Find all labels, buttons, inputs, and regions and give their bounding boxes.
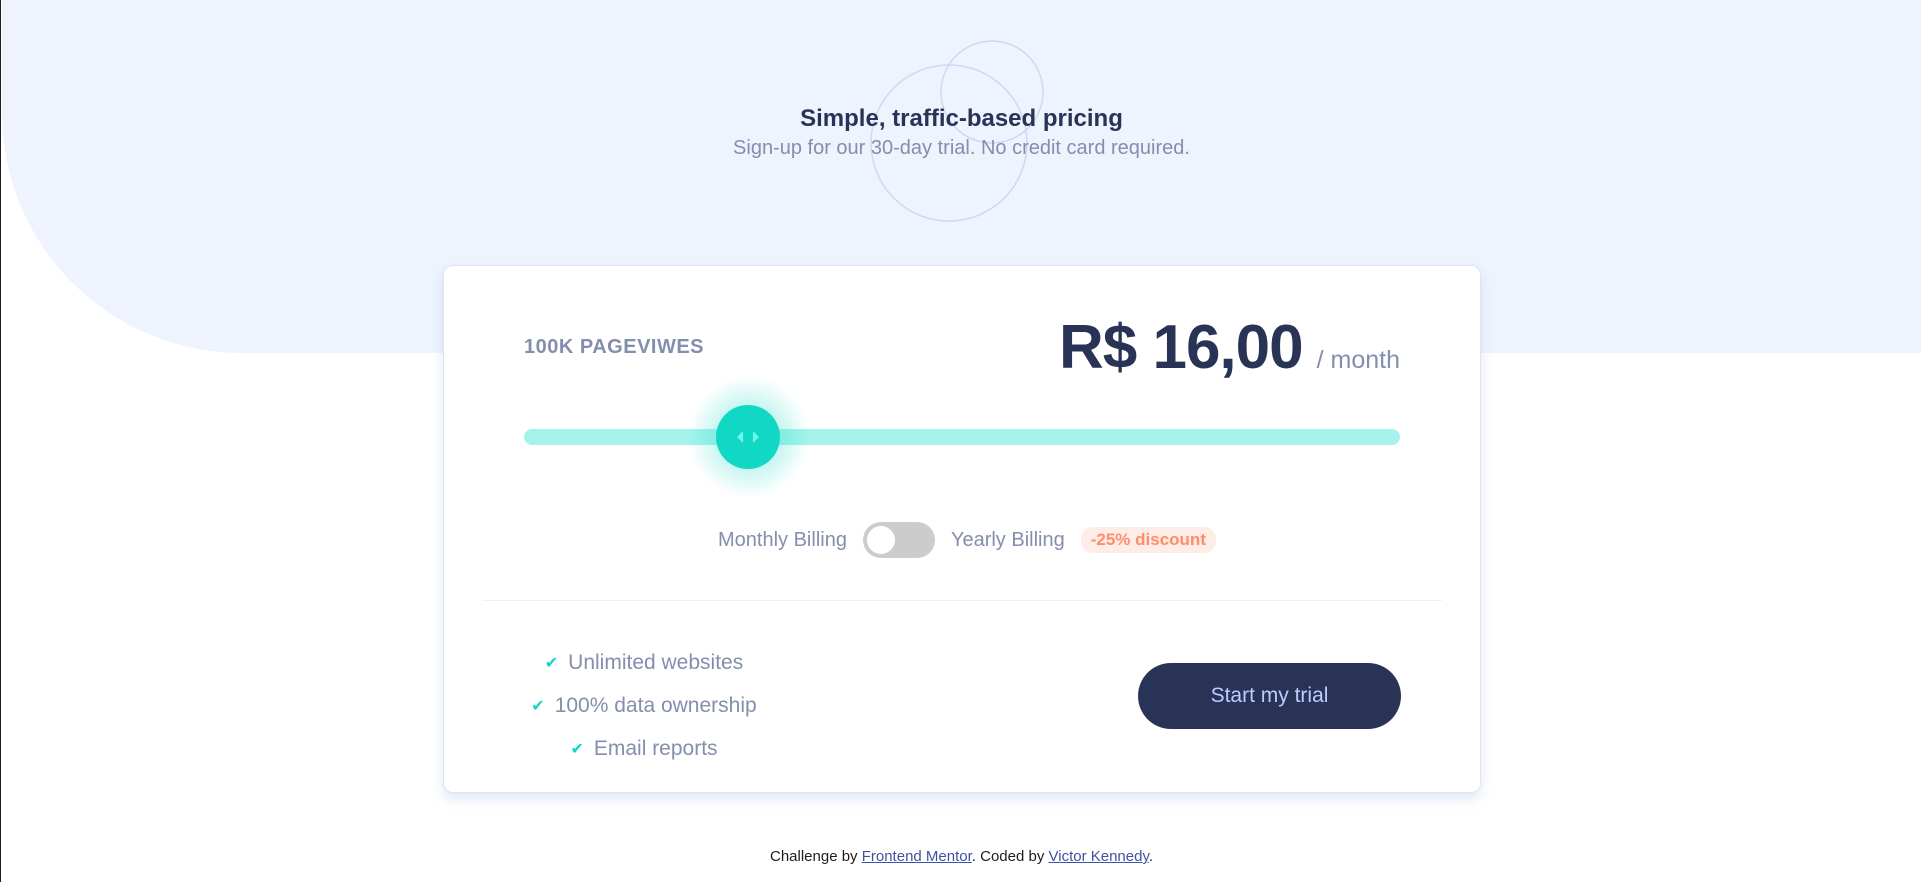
pageviews-slider-track[interactable] bbox=[524, 429, 1400, 445]
attribution-prefix: Challenge by bbox=[769, 848, 862, 865]
page-subtitle: Sign-up for our 30-day trial. No credit … bbox=[733, 137, 1190, 159]
feature-list: ✔ Unlimited websites ✔ 100% data ownersh… bbox=[524, 641, 764, 770]
card-divider bbox=[482, 600, 1442, 601]
pricing-card: 100K PAGEVIWES R$ 16,00 / month Monthly … bbox=[443, 265, 1481, 793]
billing-toggle-row: Monthly Billing Yearly Billing -25% disc… bbox=[444, 522, 1480, 558]
attribution: Challenge by Frontend Mentor. Coded by V… bbox=[1, 848, 1921, 865]
page-header: Simple, traffic-based pricing Sign-up fo… bbox=[1, 104, 1921, 162]
frontend-mentor-link[interactable]: Frontend Mentor bbox=[862, 848, 972, 865]
pageviews-label: 100K PAGEVIWES bbox=[524, 336, 705, 358]
billing-toggle-knob bbox=[866, 526, 895, 554]
discount-badge: -25% discount bbox=[1080, 527, 1216, 553]
price-amount: R$ 16,00 bbox=[1058, 313, 1304, 382]
start-trial-button[interactable]: Start my trial bbox=[1138, 663, 1401, 729]
list-item: ✔ 100% data ownership bbox=[524, 684, 764, 727]
page-title: Simple, traffic-based pricing bbox=[800, 105, 1123, 132]
attribution-middle: . Coded by bbox=[971, 848, 1049, 865]
list-item: ✔ Email reports bbox=[524, 727, 764, 770]
price-display: R$ 16,00 / month bbox=[1059, 312, 1400, 383]
yearly-billing-label: Yearly Billing bbox=[950, 528, 1065, 551]
check-icon: ✔ bbox=[531, 697, 545, 715]
monthly-billing-label: Monthly Billing bbox=[718, 528, 847, 551]
feature-label: 100% data ownership bbox=[554, 693, 757, 717]
slider-arrows-icon bbox=[737, 431, 759, 443]
feature-label: Email reports bbox=[593, 736, 718, 760]
feature-label: Unlimited websites bbox=[568, 650, 744, 674]
pageviews-slider-thumb[interactable] bbox=[716, 405, 780, 469]
price-period: / month bbox=[1316, 346, 1400, 374]
check-icon: ✔ bbox=[544, 654, 559, 672]
author-link[interactable]: Victor Kennedy bbox=[1049, 848, 1149, 865]
billing-toggle[interactable] bbox=[862, 522, 935, 558]
check-icon: ✔ bbox=[570, 740, 584, 758]
list-item: ✔ Unlimited websites bbox=[524, 641, 764, 684]
attribution-suffix: . bbox=[1148, 848, 1154, 865]
page: Simple, traffic-based pricing Sign-up fo… bbox=[0, 0, 1921, 882]
